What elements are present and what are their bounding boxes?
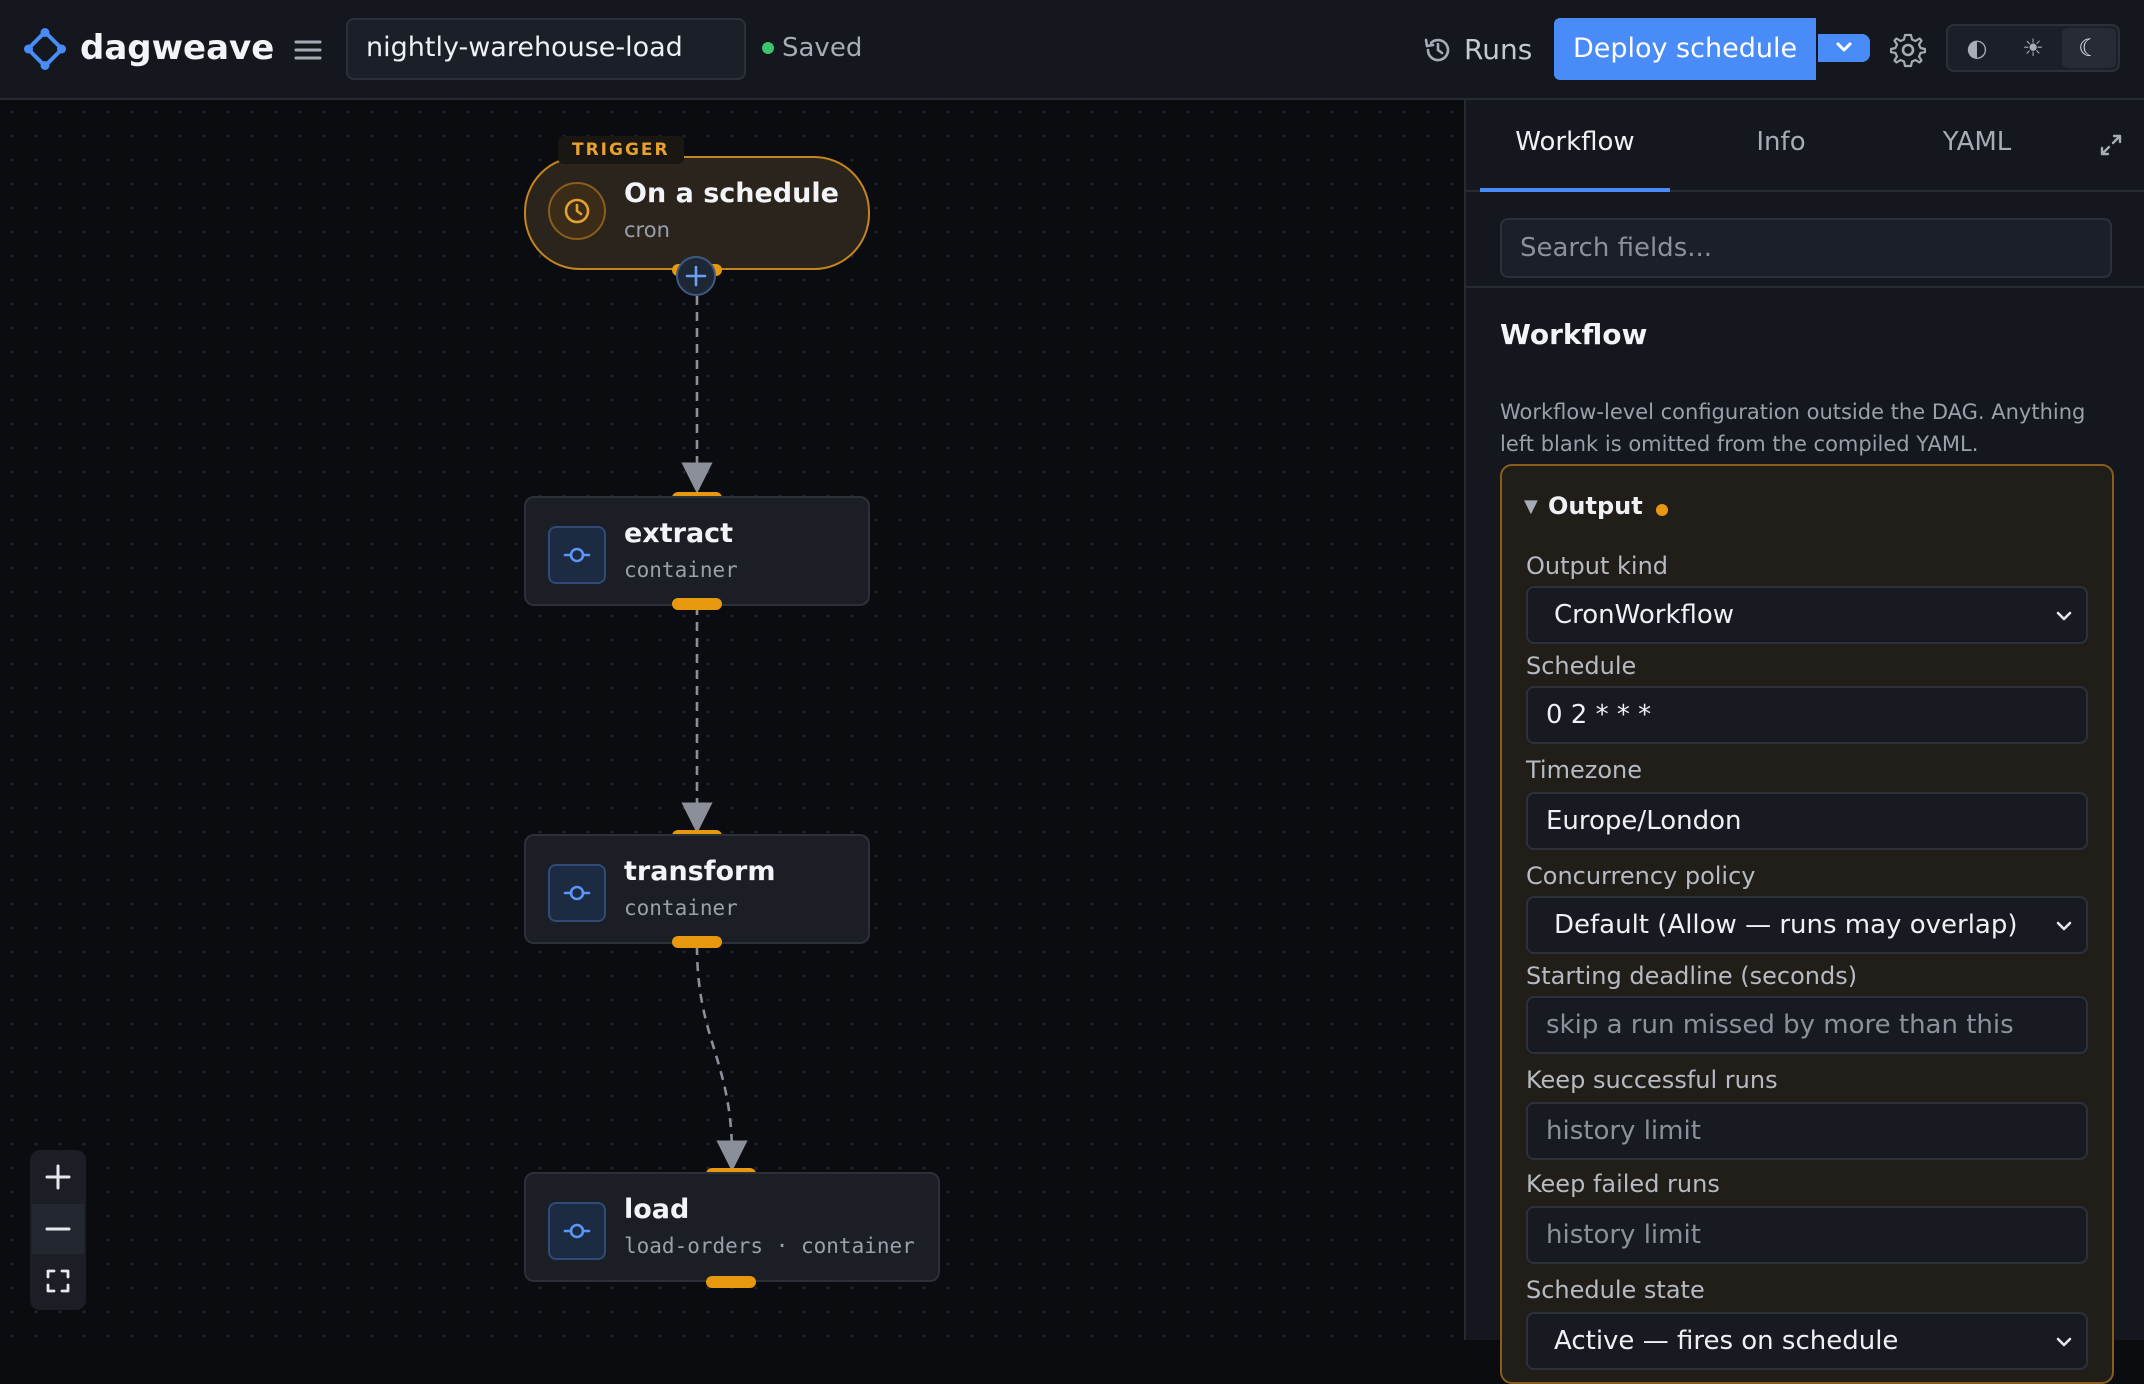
hamburger-menu-icon[interactable] — [292, 34, 324, 66]
task-node-icon-wrap — [548, 864, 606, 922]
node-title: On a schedule — [624, 178, 839, 209]
edge-transform-load — [695, 945, 748, 1172]
task-node-extract[interactable]: extract container — [524, 496, 870, 606]
field-label: Keep failed runs — [1526, 1170, 1720, 1198]
task-node-load[interactable]: load load-orders · container — [524, 1172, 940, 1282]
section-title: Workflow — [1500, 318, 1648, 351]
keep-successful-runs-input[interactable]: history limit — [1526, 1102, 2088, 1160]
app-name: dagweave — [80, 28, 275, 68]
runs-label: Runs — [1464, 33, 1533, 66]
chevron-down-icon — [1836, 42, 1852, 52]
expand-panel-icon[interactable] — [2096, 130, 2126, 160]
trigger-tag: TRIGGER — [558, 136, 684, 164]
save-status: Saved — [782, 33, 863, 63]
zoom-in-icon — [45, 1164, 71, 1190]
concurrency-policy-select[interactable]: Default (Allow — runs may overlap) — [1526, 896, 2088, 954]
output-section-title: Output — [1548, 492, 1643, 520]
deploy-schedule-button[interactable]: Deploy schedule — [1554, 18, 1816, 80]
node-title: extract — [624, 518, 734, 549]
field-label: Concurrency policy — [1526, 862, 1756, 890]
properties-panel: Workflow Info YAML Workflow Workflow-lev… — [1464, 100, 2144, 1384]
node-title: load — [624, 1194, 690, 1225]
fit-view-icon — [46, 1269, 70, 1293]
zoom-out-icon — [45, 1227, 71, 1231]
zoom-controls — [30, 1150, 86, 1310]
output-kind-select[interactable]: CronWorkflow — [1526, 586, 2088, 644]
commit-icon — [563, 547, 591, 563]
commit-icon — [563, 1223, 591, 1239]
trigger-node[interactable]: On a schedule cron — [524, 156, 870, 270]
saved-status-dot — [762, 42, 774, 54]
dagweave-logo-icon — [24, 28, 66, 70]
field-label: Starting deadline (seconds) — [1526, 962, 1858, 990]
panel-tabs: Workflow Info YAML — [1466, 100, 2144, 192]
modified-indicator-dot — [1656, 504, 1668, 516]
commit-icon — [563, 885, 591, 901]
schedule-state-select[interactable]: Active — fires on schedule — [1526, 1312, 2088, 1370]
field-label: Output kind — [1526, 552, 1669, 580]
node-subtitle: load-orders · container — [624, 1234, 915, 1258]
select-value: CronWorkflow — [1554, 600, 1735, 630]
schedule-input[interactable]: 0 2 * * * — [1526, 686, 2088, 744]
field-label: Schedule — [1526, 652, 1637, 680]
field-label: Timezone — [1526, 756, 1642, 784]
fit-view-button[interactable] — [32, 1256, 84, 1306]
chevron-down-icon — [2056, 1337, 2072, 1347]
theme-dark-icon[interactable]: ☾ — [2062, 28, 2116, 68]
theme-light-icon[interactable]: ☀ — [2006, 28, 2060, 68]
tab-yaml[interactable]: YAML — [1882, 100, 2072, 192]
top-bar: dagweave nightly-warehouse-load Saved Ru… — [0, 0, 2144, 100]
output-section: ▼ Output Output kind CronWorkflow Schedu… — [1500, 464, 2114, 1384]
theme-toggle-group: ◐ ☀ ☾ — [1946, 24, 2120, 72]
plus-icon — [685, 265, 707, 287]
starting-deadline-input[interactable]: skip a run missed by more than this — [1526, 996, 2088, 1054]
node-subtitle: container — [624, 558, 738, 582]
field-label: Keep successful runs — [1526, 1066, 1778, 1094]
output-port[interactable] — [672, 936, 722, 948]
trigger-node-icon-wrap — [548, 182, 606, 240]
clock-icon — [564, 198, 590, 224]
node-title: transform — [624, 856, 776, 887]
zoom-out-button[interactable] — [32, 1204, 84, 1254]
node-subtitle: cron — [624, 218, 670, 242]
zoom-in-button[interactable] — [32, 1152, 84, 1202]
task-node-icon-wrap — [548, 526, 606, 584]
tab-info[interactable]: Info — [1686, 100, 1876, 192]
search-fields-input[interactable] — [1500, 218, 2112, 278]
output-port[interactable] — [706, 1276, 756, 1288]
keep-failed-runs-input[interactable]: history limit — [1526, 1206, 2088, 1264]
timezone-input[interactable]: Europe/London — [1526, 792, 2088, 850]
tab-workflow[interactable]: Workflow — [1480, 100, 1670, 192]
history-icon — [1424, 38, 1450, 62]
dag-edges — [681, 296, 748, 1172]
chevron-down-icon — [2056, 611, 2072, 621]
workflow-canvas[interactable]: On a schedule cron TRIGGER extract conta… — [0, 100, 1464, 1340]
node-subtitle: container — [624, 896, 738, 920]
task-node-transform[interactable]: transform container — [524, 834, 870, 944]
workflow-name-input[interactable]: nightly-warehouse-load — [346, 18, 746, 80]
add-node-button[interactable] — [676, 256, 716, 296]
section-description: Workflow-level configuration outside the… — [1500, 400, 2086, 456]
output-port[interactable] — [672, 598, 722, 610]
theme-auto-icon[interactable]: ◐ — [1950, 28, 2004, 68]
field-label: Schedule state — [1526, 1276, 1705, 1304]
chevron-down-icon — [2056, 921, 2072, 931]
task-node-icon-wrap — [548, 1202, 606, 1260]
runs-button[interactable]: Runs — [1418, 22, 1558, 78]
deploy-options-button[interactable] — [1818, 34, 1870, 62]
select-value: Default (Allow — runs may overlap) — [1554, 910, 2018, 940]
select-value: Active — fires on schedule — [1554, 1326, 1899, 1356]
collapse-caret-icon: ▼ — [1524, 496, 1538, 517]
gear-icon[interactable] — [1890, 32, 1926, 68]
